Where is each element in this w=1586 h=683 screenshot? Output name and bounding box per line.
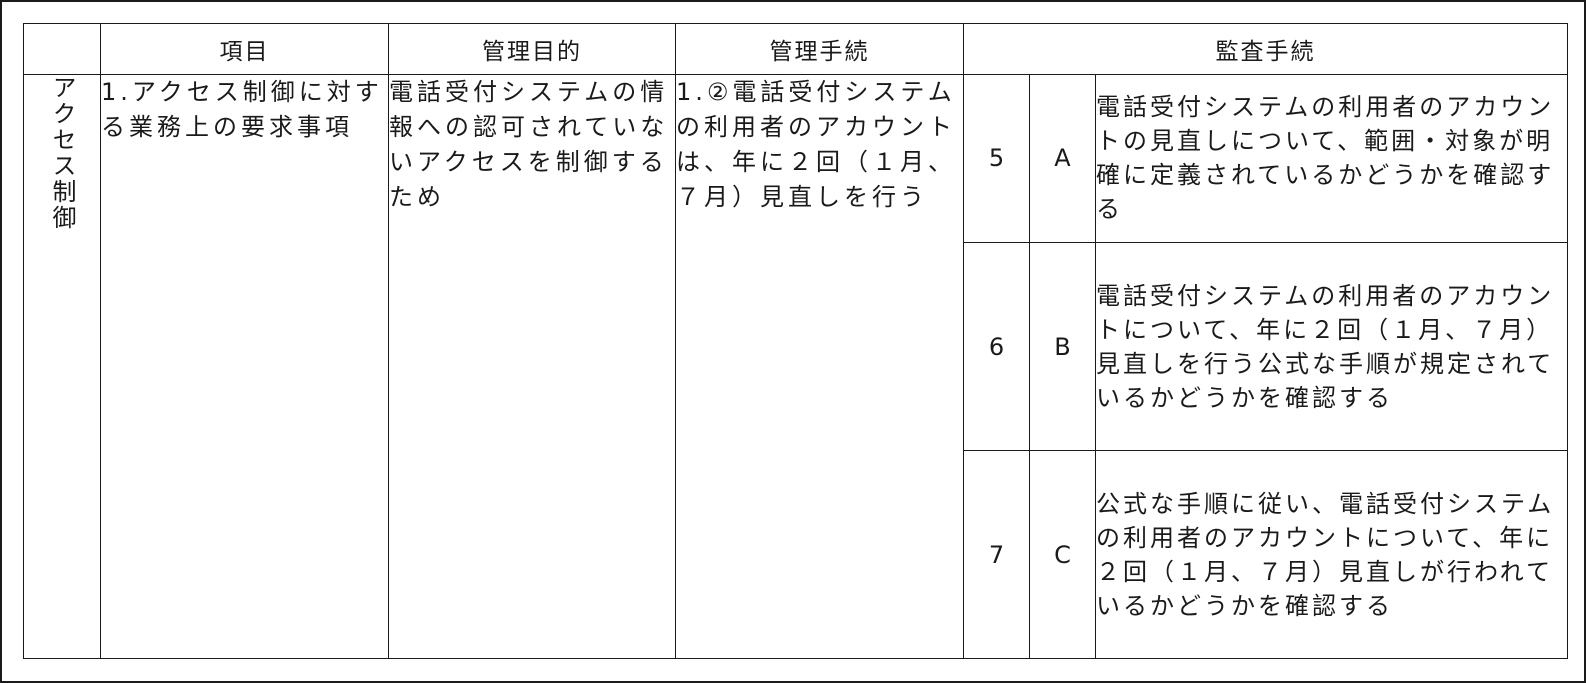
audit-letter: B [1029, 242, 1096, 452]
audit-number: 5 [963, 73, 1030, 244]
table-row: アクセス制御 1.アクセス制御に対する業務上の要求事項 電話受付システムの情報へ… [23, 73, 1569, 660]
audit-text: 電話受付システムの利用者のアカウントの見直しについて、範囲・対象が明確に定義され… [1094, 73, 1569, 244]
audit-text: 電話受付システムの利用者のアカウントについて、年に２回（１月、７月）見直しを行う… [1094, 242, 1569, 452]
category-label: アクセス制御 [48, 74, 76, 231]
header-blank [23, 23, 101, 75]
audit-number: 7 [963, 450, 1030, 659]
audit-letter: A [1029, 73, 1096, 244]
header-audit: 監査手続 [962, 23, 1569, 75]
audit-letter: C [1029, 450, 1096, 659]
audit-number: 6 [963, 242, 1030, 452]
category-cell: アクセス制御 [23, 73, 101, 660]
access-control-table: 項目 管理目的 管理手続 監査手続 アクセス制御 1.アクセス制御に対する業務上… [23, 23, 1569, 660]
procedure-cell: 1.②電話受付システムの利用者のアカウントは、年に２回（１月、７月）見直しを行う [675, 73, 964, 660]
audit-text: 公式な手順に従い、電話受付システムの利用者のアカウントについて、年に２回（１月、… [1094, 450, 1569, 659]
header-item: 項目 [100, 23, 389, 75]
header-procedure: 管理手続 [675, 23, 964, 75]
item-cell: 1.アクセス制御に対する業務上の要求事項 [100, 73, 389, 660]
header-row: 項目 管理目的 管理手続 監査手続 [23, 23, 1569, 75]
header-objective: 管理目的 [388, 23, 676, 75]
objective-cell: 電話受付システムの情報への認可されていないアクセスを制御するため [388, 73, 676, 660]
